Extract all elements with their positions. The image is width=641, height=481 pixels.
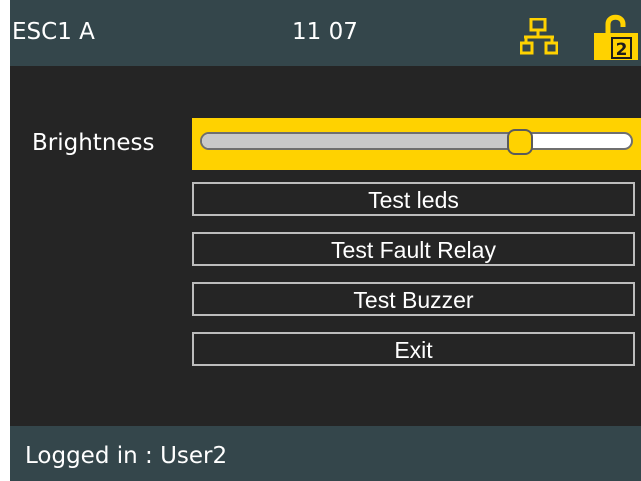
exit-button[interactable]: Exit xyxy=(192,332,635,366)
unlock-icon: 2 xyxy=(594,14,638,60)
device-title: ESC1 A xyxy=(12,19,95,45)
test-fault-relay-button[interactable]: Test Fault Relay xyxy=(192,232,635,266)
clock-time: 11 07 xyxy=(292,19,358,45)
brightness-slider-focus xyxy=(192,118,641,170)
network-icon xyxy=(520,18,558,55)
login-status: Logged in : User2 xyxy=(25,443,228,469)
lock-level: 2 xyxy=(616,40,628,60)
brightness-slider[interactable] xyxy=(200,132,633,150)
brightness-slider-thumb[interactable] xyxy=(507,129,534,155)
device-screen: ESC1 A 11 07 2 Brightness Test leds Test… xyxy=(0,0,641,481)
top-status-bar: ESC1 A 11 07 2 xyxy=(10,0,641,66)
test-buzzer-button[interactable]: Test Buzzer xyxy=(192,282,635,316)
brightness-slider-fill xyxy=(202,134,520,148)
bottom-status-bar: Logged in : User2 xyxy=(10,426,641,481)
test-leds-button[interactable]: Test leds xyxy=(192,182,635,216)
test-menu-panel: Brightness Test leds Test Fault Relay Te… xyxy=(10,66,641,426)
brightness-label: Brightness xyxy=(32,130,155,156)
